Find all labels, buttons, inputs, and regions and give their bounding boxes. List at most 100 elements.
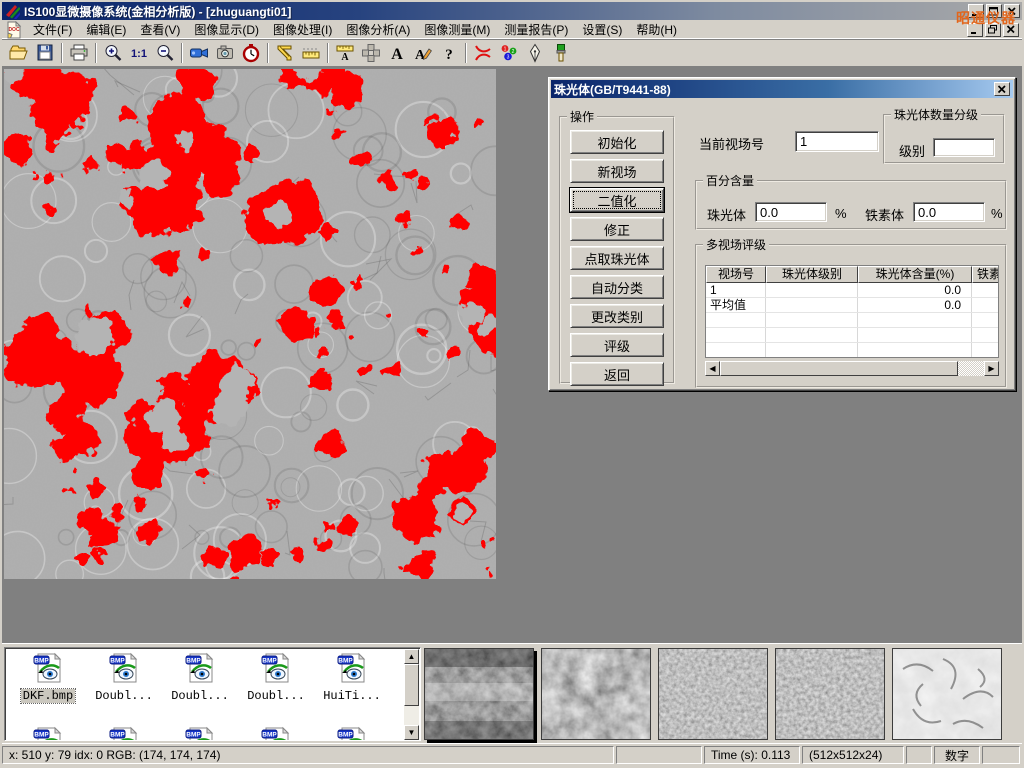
operation-pick-pearlite-button[interactable]: 点取珠光体 bbox=[570, 246, 664, 270]
image-thumbnail-2[interactable] bbox=[658, 648, 768, 740]
operation-auto-classify-button[interactable]: 自动分类 bbox=[570, 275, 664, 299]
mdi-close-button[interactable] bbox=[1003, 23, 1019, 37]
operation-init-button[interactable]: 初始化 bbox=[570, 130, 664, 154]
level-input[interactable] bbox=[933, 138, 995, 157]
dialog-title-bar[interactable]: 珠光体(GB/T9441-88) bbox=[551, 80, 1013, 98]
file-label[interactable]: HuiTi... bbox=[321, 689, 383, 703]
file-item-2[interactable]: BMP Doubl... bbox=[163, 652, 237, 703]
pearlite-percent-input[interactable] bbox=[755, 202, 827, 222]
file-item-1[interactable]: BMP Doubl... bbox=[87, 652, 161, 703]
scroll-down-icon[interactable]: ▼ bbox=[404, 725, 419, 740]
image-thumbnail-0[interactable] bbox=[424, 648, 534, 740]
filelist-scrollbar[interactable]: ▲▼ bbox=[404, 649, 419, 740]
curve-tool-button[interactable] bbox=[470, 42, 496, 65]
bmp-file-icon[interactable]: BMP bbox=[184, 726, 216, 741]
bmp-file-icon[interactable]: BMP bbox=[336, 652, 368, 684]
zoom-in-button[interactable] bbox=[100, 42, 126, 65]
classify-button[interactable]: 123 bbox=[496, 42, 522, 65]
menu-item-2[interactable]: 查看(V) bbox=[133, 19, 187, 40]
operation-rate-button[interactable]: 评级 bbox=[570, 333, 664, 357]
ruler-button[interactable] bbox=[298, 42, 324, 65]
print-button[interactable] bbox=[66, 42, 92, 65]
table-row-3[interactable] bbox=[706, 328, 999, 343]
table-header-3[interactable]: 铁素体含量(%) bbox=[972, 266, 999, 283]
menu-item-7[interactable]: 测量报告(P) bbox=[497, 19, 575, 40]
table-header-0[interactable]: 视场号 bbox=[706, 266, 766, 283]
image-thumbnail-1[interactable] bbox=[541, 648, 651, 740]
scroll-thumb[interactable] bbox=[720, 361, 958, 376]
bmp-file-icon[interactable]: BMP bbox=[32, 652, 64, 684]
file-item-3[interactable]: BMP Doubl... bbox=[239, 652, 313, 703]
file-item-row2-4[interactable]: BMP bbox=[315, 726, 389, 741]
help-button[interactable]: ? bbox=[436, 42, 462, 65]
file-item-0[interactable]: BMP DKF.bmp bbox=[11, 652, 85, 703]
menu-item-1[interactable]: 编辑(E) bbox=[79, 19, 133, 40]
scroll-left-icon[interactable]: ◀ bbox=[705, 361, 720, 376]
camera-button[interactable] bbox=[212, 42, 238, 65]
table-header-1[interactable]: 珠光体级别 bbox=[766, 266, 858, 283]
table-row-0[interactable]: 10.0 bbox=[706, 283, 999, 298]
bmp-file-icon[interactable]: BMP bbox=[336, 726, 368, 741]
save-button[interactable] bbox=[32, 42, 58, 65]
file-label[interactable]: DKF.bmp bbox=[21, 689, 75, 703]
current-field-input[interactable] bbox=[795, 131, 879, 152]
menu-item-9[interactable]: 帮助(H) bbox=[629, 19, 684, 40]
text-label-button[interactable]: A bbox=[384, 42, 410, 65]
table-row-2[interactable] bbox=[706, 313, 999, 328]
scroll-right-icon[interactable]: ▶ bbox=[984, 361, 999, 376]
menu-item-6[interactable]: 图像测量(M) bbox=[417, 19, 497, 40]
table-horizontal-scrollbar[interactable]: ◀ ▶ bbox=[705, 361, 999, 376]
maximize-button[interactable] bbox=[986, 4, 1002, 18]
operation-binarize-button[interactable]: 二值化 bbox=[570, 188, 664, 212]
pick-button[interactable] bbox=[522, 42, 548, 65]
table-header-2[interactable]: 珠光体含量(%) bbox=[858, 266, 972, 283]
scroll-up-icon[interactable]: ▲ bbox=[404, 649, 419, 664]
operation-change-class-button[interactable]: 更改类别 bbox=[570, 304, 664, 328]
image-thumbnail-4[interactable] bbox=[892, 648, 1002, 740]
edit-text-button[interactable]: A bbox=[410, 42, 436, 65]
menu-item-8[interactable]: 设置(S) bbox=[575, 19, 629, 40]
ferrite-percent-input[interactable] bbox=[913, 202, 985, 222]
file-item-row2-0[interactable]: BMP bbox=[11, 726, 85, 741]
bmp-file-icon[interactable]: BMP bbox=[108, 726, 140, 741]
menu-item-5[interactable]: 图像分析(A) bbox=[339, 19, 417, 40]
caliper-button[interactable] bbox=[272, 42, 298, 65]
table-row-4[interactable] bbox=[706, 343, 999, 358]
table-row-1[interactable]: 平均值0.0 bbox=[706, 298, 999, 313]
bmp-file-icon[interactable]: BMP bbox=[32, 726, 64, 741]
bmp-file-icon[interactable]: BMP bbox=[184, 652, 216, 684]
file-item-4[interactable]: BMP HuiTi... bbox=[315, 652, 389, 703]
measure-text-button[interactable]: A bbox=[332, 42, 358, 65]
file-label[interactable]: Doubl... bbox=[93, 689, 155, 703]
file-label[interactable]: Doubl... bbox=[169, 689, 231, 703]
close-button[interactable] bbox=[1004, 4, 1020, 18]
close-icon[interactable] bbox=[994, 82, 1010, 96]
mdi-restore-button[interactable] bbox=[985, 23, 1001, 37]
menu-item-0[interactable]: 文件(F) bbox=[26, 19, 79, 40]
menu-item-3[interactable]: 图像显示(D) bbox=[187, 19, 266, 40]
bmp-file-icon[interactable]: BMP bbox=[260, 726, 292, 741]
open-button[interactable] bbox=[6, 42, 32, 65]
file-item-row2-3[interactable]: BMP bbox=[239, 726, 313, 741]
image-thumbnail-3[interactable] bbox=[775, 648, 885, 740]
scroll-thumb[interactable] bbox=[404, 664, 419, 706]
scroll-track[interactable] bbox=[958, 361, 984, 376]
actual-size-button[interactable]: 1:1 bbox=[126, 42, 152, 65]
rating-table[interactable]: 视场号珠光体级别珠光体含量(%)铁素体含量(%)10.0平均值0.0 bbox=[705, 265, 999, 358]
tile-button[interactable] bbox=[358, 42, 384, 65]
menu-item-4[interactable]: 图像处理(I) bbox=[266, 19, 339, 40]
file-item-row2-2[interactable]: BMP bbox=[163, 726, 237, 741]
operation-new-field-button[interactable]: 新视场 bbox=[570, 159, 664, 183]
timer-button[interactable] bbox=[238, 42, 264, 65]
metallographic-image[interactable] bbox=[4, 69, 496, 579]
brush-button[interactable] bbox=[548, 42, 574, 65]
mdi-minimize-button[interactable] bbox=[967, 23, 983, 37]
bmp-file-icon[interactable]: BMP bbox=[108, 652, 140, 684]
file-label[interactable]: Doubl... bbox=[245, 689, 307, 703]
minimize-button[interactable] bbox=[968, 4, 984, 18]
operation-correct-button[interactable]: 修正 bbox=[570, 217, 664, 241]
file-item-row2-1[interactable]: BMP bbox=[87, 726, 161, 741]
bmp-file-icon[interactable]: BMP bbox=[260, 652, 292, 684]
zoom-out-button[interactable] bbox=[152, 42, 178, 65]
operation-return-button[interactable]: 返回 bbox=[570, 362, 664, 386]
